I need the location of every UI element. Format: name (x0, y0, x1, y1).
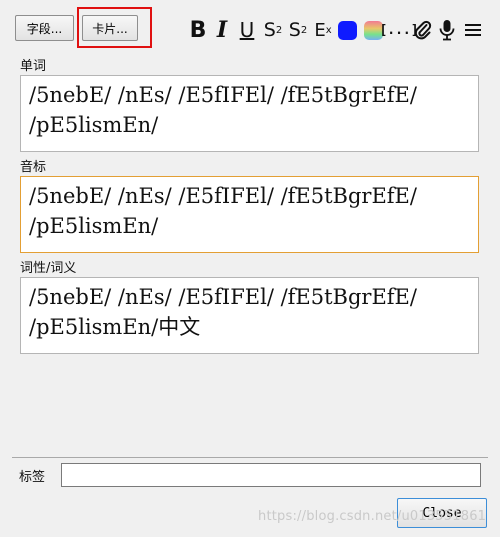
subscript-letter: S (288, 19, 301, 41)
watermark: https://blog.csdn.net/u013551861 (258, 509, 487, 524)
superscript-letter: S (263, 19, 276, 41)
clear-formatting-letter: E (314, 19, 326, 41)
italic-icon[interactable]: I (213, 17, 231, 43)
more-menu-icon[interactable] (463, 17, 483, 43)
divider (12, 457, 488, 458)
clear-formatting-icon[interactable]: Ex (312, 17, 334, 43)
field-label-phonetic: 音标 (20, 160, 47, 175)
word-field[interactable]: /5nebE/ /nEs/ /E5fIFEl/ /fE5tBgrEfE/ /pE… (20, 75, 479, 152)
record-audio-icon[interactable] (437, 17, 457, 43)
red-highlight-box (77, 7, 152, 48)
cloze-icon[interactable]: [...] (379, 17, 418, 43)
meaning-field[interactable]: /5nebE/ /nEs/ /E5fIFEl/ /fE5tBgrEfE/ /pE… (20, 277, 479, 354)
bold-icon[interactable]: B (187, 17, 209, 43)
tags-label: 标签 (19, 470, 46, 485)
clear-formatting-mark: x (325, 24, 332, 36)
attach-icon[interactable] (413, 17, 433, 43)
superscript-mark: 2 (275, 24, 283, 36)
subscript-mark: 2 (300, 24, 308, 36)
subscript-icon[interactable]: S2 (287, 17, 309, 43)
fields-button[interactable]: 字段... (15, 15, 74, 41)
superscript-icon[interactable]: S2 (262, 17, 284, 43)
field-label-meaning: 词性/词义 (20, 261, 77, 276)
tags-input[interactable] (61, 463, 481, 487)
underline-icon[interactable]: U (237, 17, 257, 43)
field-label-word: 单词 (20, 59, 47, 74)
phonetic-field[interactable]: /5nebE/ /nEs/ /E5fIFEl/ /fE5tBgrEfE/ /pE… (20, 176, 479, 253)
text-color-icon[interactable] (338, 21, 357, 40)
